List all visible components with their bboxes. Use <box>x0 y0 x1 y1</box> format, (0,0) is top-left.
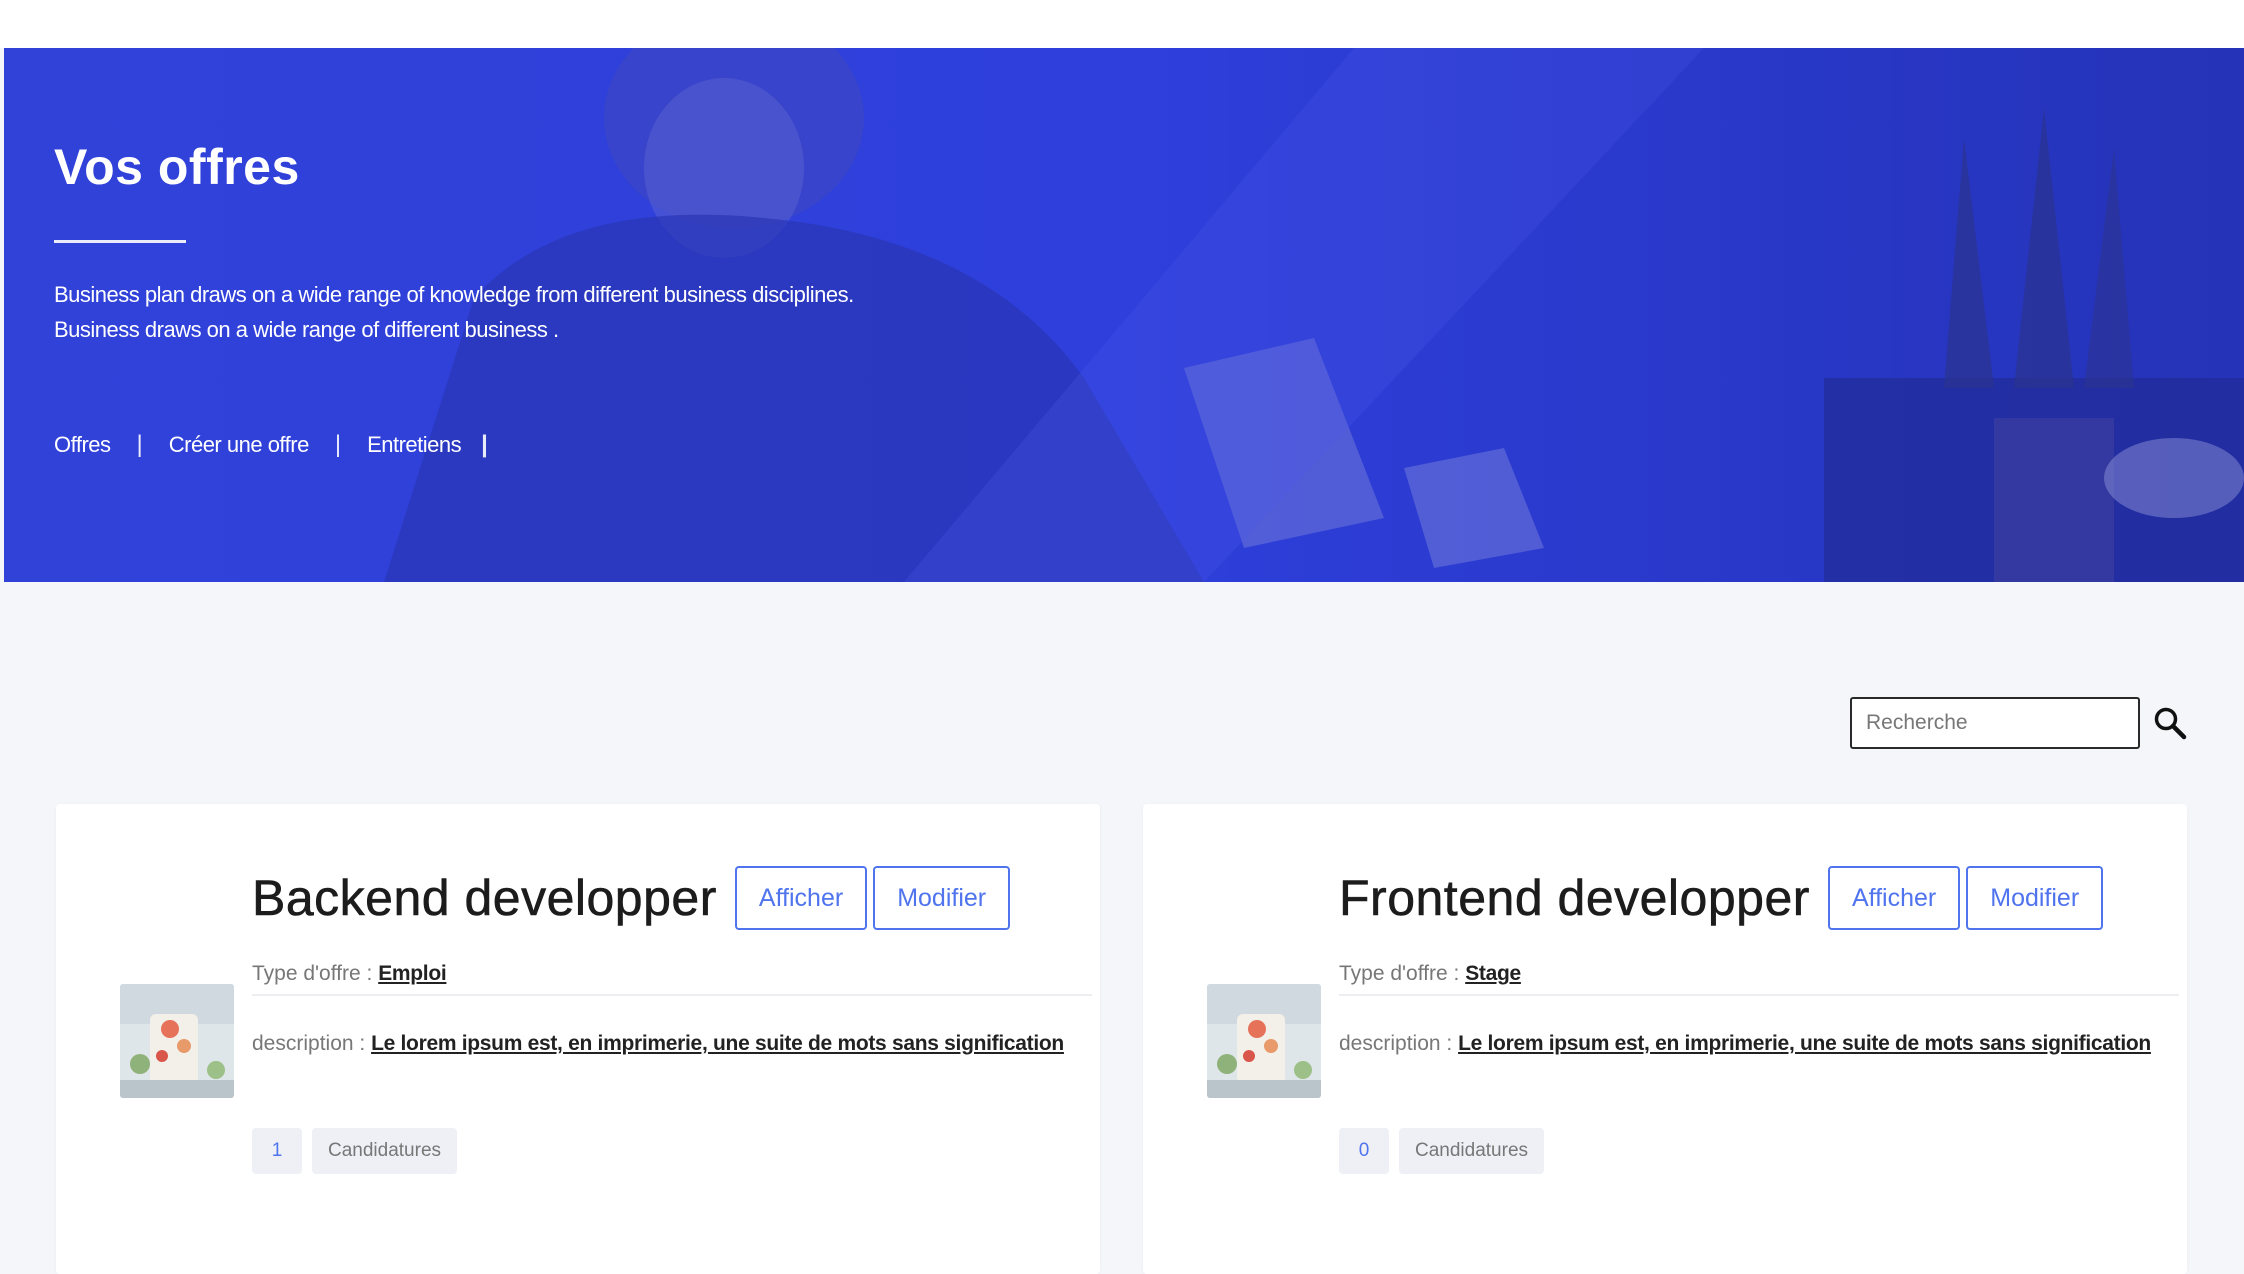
hero-nav: Offres | Créer une offre | Entretiens | <box>54 431 954 459</box>
offer-type-label: Type d'offre : <box>252 962 379 985</box>
offer-thumbnail <box>1207 984 1321 1098</box>
edit-offer-button[interactable]: Modifier <box>1966 866 2104 930</box>
offer-title: Frontend developper <box>1339 870 1810 927</box>
title-divider <box>54 240 186 243</box>
applications-label-badge: Candidatures <box>312 1128 458 1174</box>
view-offer-button[interactable]: Afficher <box>734 866 868 930</box>
applications-count-badge: 0 <box>1339 1128 1389 1174</box>
hero-content: Vos offres Business plan draws on a wide… <box>54 138 954 459</box>
view-offer-button[interactable]: Afficher <box>1827 866 1961 930</box>
offer-header: Backend developper Afficher Modifier <box>252 866 1011 930</box>
nav-separator: | <box>334 431 342 458</box>
offer-type-value: Stage <box>1465 962 1521 985</box>
offer-card: Backend developper Afficher Modifier Typ… <box>56 804 1100 1274</box>
hero-banner: Vos offres Business plan draws on a wide… <box>4 48 2244 582</box>
nav-link-offres[interactable]: Offres <box>54 432 111 458</box>
top-bar <box>0 0 2244 48</box>
search-bar <box>1850 697 2194 749</box>
offer-type-value: Emploi <box>378 962 447 985</box>
page-title: Vos offres <box>54 139 300 195</box>
search-button[interactable] <box>2146 697 2194 749</box>
nav-separator: | <box>481 431 488 458</box>
offer-type: Type d'offre : Stage <box>1339 962 2179 996</box>
offer-thumbnail-image <box>1207 984 1321 1098</box>
search-icon <box>2154 707 2187 740</box>
applications-summary: 1 Candidatures <box>252 1128 458 1174</box>
offer-type-label: Type d'offre : <box>1339 962 1466 985</box>
applications-count-badge: 1 <box>252 1128 302 1174</box>
offer-description: description : Le lorem ipsum est, en imp… <box>252 1026 1072 1062</box>
nav-link-creer-offre[interactable]: Créer une offre <box>169 432 310 458</box>
offer-card: Frontend developper Afficher Modifier Ty… <box>1143 804 2187 1274</box>
offer-description-value: Le lorem ipsum est, en imprimerie, une s… <box>1458 1032 2151 1055</box>
applications-label-badge: Candidatures <box>1399 1128 1545 1174</box>
offer-description-label: description : <box>1339 1032 1459 1055</box>
offer-title: Backend developper <box>252 870 717 927</box>
offer-header: Frontend developper Afficher Modifier <box>1339 866 2104 930</box>
nav-link-entretiens[interactable]: Entretiens <box>367 432 462 458</box>
applications-summary: 0 Candidatures <box>1339 1128 1545 1174</box>
edit-offer-button[interactable]: Modifier <box>873 866 1011 930</box>
offer-thumbnail-image <box>120 984 234 1098</box>
offer-thumbnail <box>120 984 234 1098</box>
offer-type: Type d'offre : Emploi <box>252 962 1092 996</box>
search-input[interactable] <box>1850 697 2140 749</box>
hero-description: Business plan draws on a wide range of k… <box>54 282 854 342</box>
nav-separator: | <box>136 431 143 458</box>
offer-description-label: description : <box>252 1032 372 1055</box>
offer-description: description : Le lorem ipsum est, en imp… <box>1339 1026 2159 1062</box>
offer-description-value: Le lorem ipsum est, en imprimerie, une s… <box>371 1032 1064 1055</box>
